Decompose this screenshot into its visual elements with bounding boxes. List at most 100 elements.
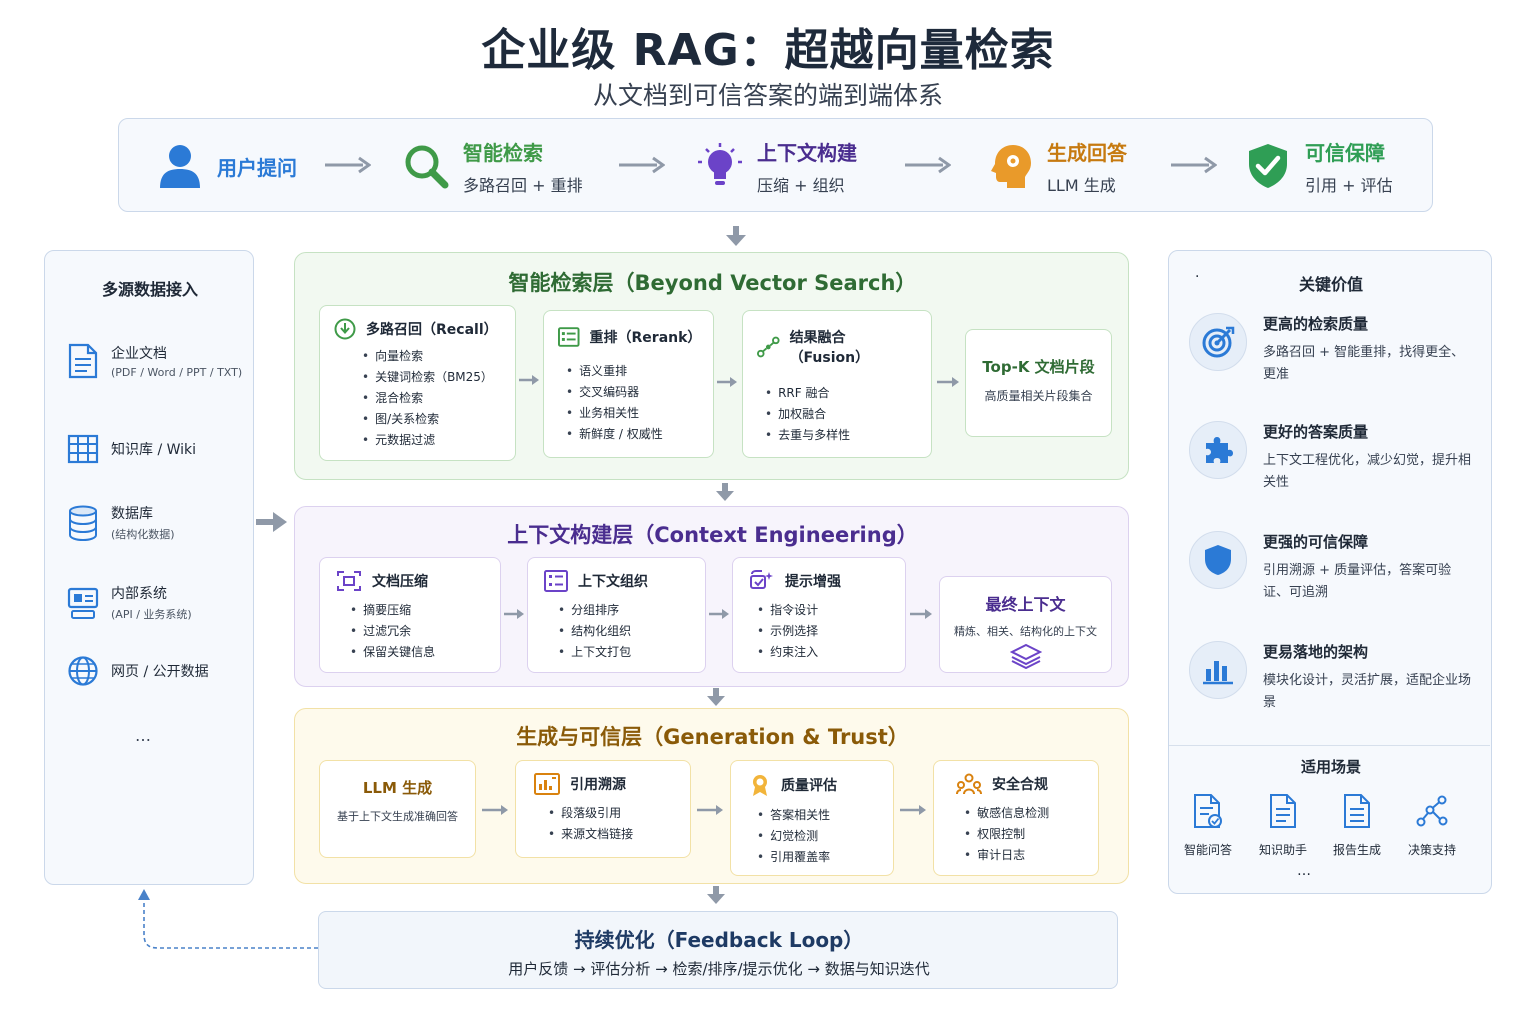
qa-doc-icon — [1171, 791, 1245, 831]
flow-step-smart-retrieval: 智能检索 多路召回 + 重排 — [401, 119, 583, 213]
card-title-text: 结果融合（Fusion） — [789, 330, 870, 366]
scenario-label: 知识助手 — [1258, 843, 1307, 857]
list-item: 语义重排 — [566, 361, 699, 382]
brain-head-icon — [985, 141, 1035, 191]
list-item: 引用覆盖率 — [757, 847, 875, 868]
citation-chart-icon — [534, 773, 560, 795]
card-title: 多路召回（Recall） — [334, 318, 501, 340]
card-title-text: 质量评估 — [781, 778, 837, 794]
value-item-deployable-architecture: 更易落地的架构 模块化设计，灵活扩展，适配企业场景 — [1189, 641, 1473, 714]
source-sub: (PDF / Word / PPT / TXT) — [111, 366, 243, 379]
list-item: 交叉编码器 — [566, 382, 699, 403]
people-icon — [956, 773, 982, 795]
flow-step-trust-assurance: 可信保障 引用 + 评估 — [1243, 119, 1393, 213]
result-title: 最终上下文 — [985, 595, 1066, 614]
source-label: 内部系统 — [111, 586, 167, 602]
source-sub: (结构化数据) — [111, 528, 175, 541]
layer-title: 上下文构建层（Context Engineering） — [507, 523, 918, 547]
search-icon — [401, 141, 451, 191]
grid-table-icon — [65, 431, 101, 467]
list-item: RRF 融合 — [765, 383, 917, 404]
value-title: 更强的可信保障 — [1263, 533, 1369, 551]
list-item: 幻觉检测 — [757, 826, 875, 847]
pipeline-flow-bar: 用户提问 智能检索 多路召回 + 重排 上下文构建 压缩 + 组织 生成回答 L… — [118, 118, 1433, 212]
scenario-label: 智能问答 — [1183, 843, 1232, 857]
card-title-text: 提示增强 — [785, 574, 841, 590]
card-list: 向量检索 关键词检索（BM25） 混合检索 图/关系检索 元数据过滤 — [362, 346, 501, 451]
card-title: 结果融合（Fusion） — [757, 327, 917, 367]
sources-more: … — [135, 726, 151, 745]
retrieval-layer: 智能检索层（Beyond Vector Search） 多路召回（Recall）… — [294, 252, 1129, 480]
arrow-right-icon — [325, 156, 371, 174]
source-sub: (API / 业务系统) — [111, 608, 192, 621]
organize-icon — [544, 570, 568, 592]
source-item-web-data: 网页 / 公开数据 — [65, 653, 209, 689]
arrow-right-icon — [619, 156, 665, 174]
card-doc-compress: 文档压缩 摘要压缩 过滤冗余 保留关键信息 — [319, 557, 501, 673]
arrow-right-icon — [1171, 156, 1217, 174]
system-icon — [65, 585, 101, 621]
card-title-text: 引用溯源 — [570, 777, 626, 793]
lightbulb-icon — [695, 141, 745, 191]
value-title: 更好的答案质量 — [1263, 423, 1369, 441]
list-item: 审计日志 — [964, 845, 1076, 866]
scenario-item-report-generation: 报告生成 — [1320, 791, 1394, 858]
card-title: 文档压缩 — [336, 570, 484, 592]
key-values-panel: · 关键价值 更高的检索质量 多路召回 + 智能重排，找得更全、更准 更好的答案… — [1168, 250, 1492, 894]
generation-trust-layer: 生成与可信层（Generation & Trust） LLM 生成 基于上下文生… — [294, 708, 1129, 884]
database-icon — [65, 505, 101, 541]
card-list: 段落级引用 来源文档链接 — [548, 803, 672, 845]
card-title: 引用溯源 — [534, 773, 672, 795]
feedback-return-arrow — [138, 889, 318, 949]
page-title: 企业级 RAG：超越向量检索 — [481, 25, 1055, 76]
card-title: 提示增强 — [749, 570, 889, 592]
card-title: 上下文组织 — [544, 570, 689, 592]
card-title-text: 重排（Rerank） — [589, 330, 702, 346]
arrow-down-icon — [716, 483, 734, 501]
card-final-context: 最终上下文 精炼、相关、结构化的上下文 — [939, 576, 1112, 673]
list-item: 分组排序 — [558, 600, 689, 621]
list-item: 约束注入 — [757, 642, 889, 663]
arrow-right-icon — [937, 377, 959, 387]
source-label: 网页 / 公开数据 — [111, 664, 209, 680]
scenario-label: 决策支持 — [1407, 843, 1456, 857]
flow-sub: 引用 + 评估 — [1305, 175, 1393, 195]
list-item: 答案相关性 — [757, 805, 875, 826]
flow-label: 智能检索 — [463, 140, 543, 165]
card-title: 质量评估 — [749, 773, 875, 797]
card-list: 语义重排 交叉编码器 业务相关性 新鲜度 / 权威性 — [566, 361, 699, 445]
list-item: 敏感信息检测 — [964, 803, 1076, 824]
arrow-down-icon — [707, 886, 725, 904]
value-title: 更高的检索质量 — [1263, 315, 1369, 333]
source-label: 知识库 / Wiki — [111, 442, 197, 458]
result-sub: 高质量相关片段集合 — [984, 389, 1093, 403]
arrow-right-icon — [482, 805, 508, 815]
result-title: Top-K 文档片段 — [982, 358, 1095, 376]
document-icon — [65, 343, 101, 379]
compress-icon — [337, 571, 361, 591]
download-circle-icon — [334, 318, 356, 340]
card-llm-generate: LLM 生成 基于上下文生成准确回答 — [319, 760, 476, 858]
flow-label: 上下文构建 — [757, 140, 857, 165]
medal-icon — [753, 775, 767, 796]
value-desc: 模块化设计，灵活扩展，适配企业场景 — [1263, 673, 1472, 710]
card-recall: 多路召回（Recall） 向量检索 关键词检索（BM25） 混合检索 图/关系检… — [319, 305, 516, 461]
flow-step-generate-answer: 生成回答 LLM 生成 — [985, 119, 1127, 213]
list-item: 过滤冗余 — [350, 621, 484, 642]
report-doc-icon — [1320, 791, 1394, 831]
list-item: 权限控制 — [964, 824, 1076, 845]
layers-icon — [1009, 643, 1042, 670]
arrow-right-icon — [905, 156, 951, 174]
arrow-right-icon — [504, 609, 524, 619]
list-item: 段落级引用 — [548, 803, 672, 824]
list-item: 元数据过滤 — [362, 430, 501, 451]
card-list: 摘要压缩 过滤冗余 保留关键信息 — [350, 600, 484, 663]
feedback-loop-box: 持续优化（Feedback Loop） 用户反馈 → 评估分析 → 检索/排序/… — [318, 911, 1118, 989]
list-item: 结构化组织 — [558, 621, 689, 642]
result-sub: 精炼、相关、结构化的上下文 — [954, 625, 1097, 638]
card-title-text: 多路召回（Recall） — [366, 322, 498, 338]
scenarios-more: … — [1297, 863, 1311, 879]
card-security-compliance: 安全合规 敏感信息检测 权限控制 审计日志 — [933, 760, 1099, 876]
list-item: 向量检索 — [362, 346, 501, 367]
card-list: 答案相关性 幻觉检测 引用覆盖率 — [757, 805, 875, 868]
